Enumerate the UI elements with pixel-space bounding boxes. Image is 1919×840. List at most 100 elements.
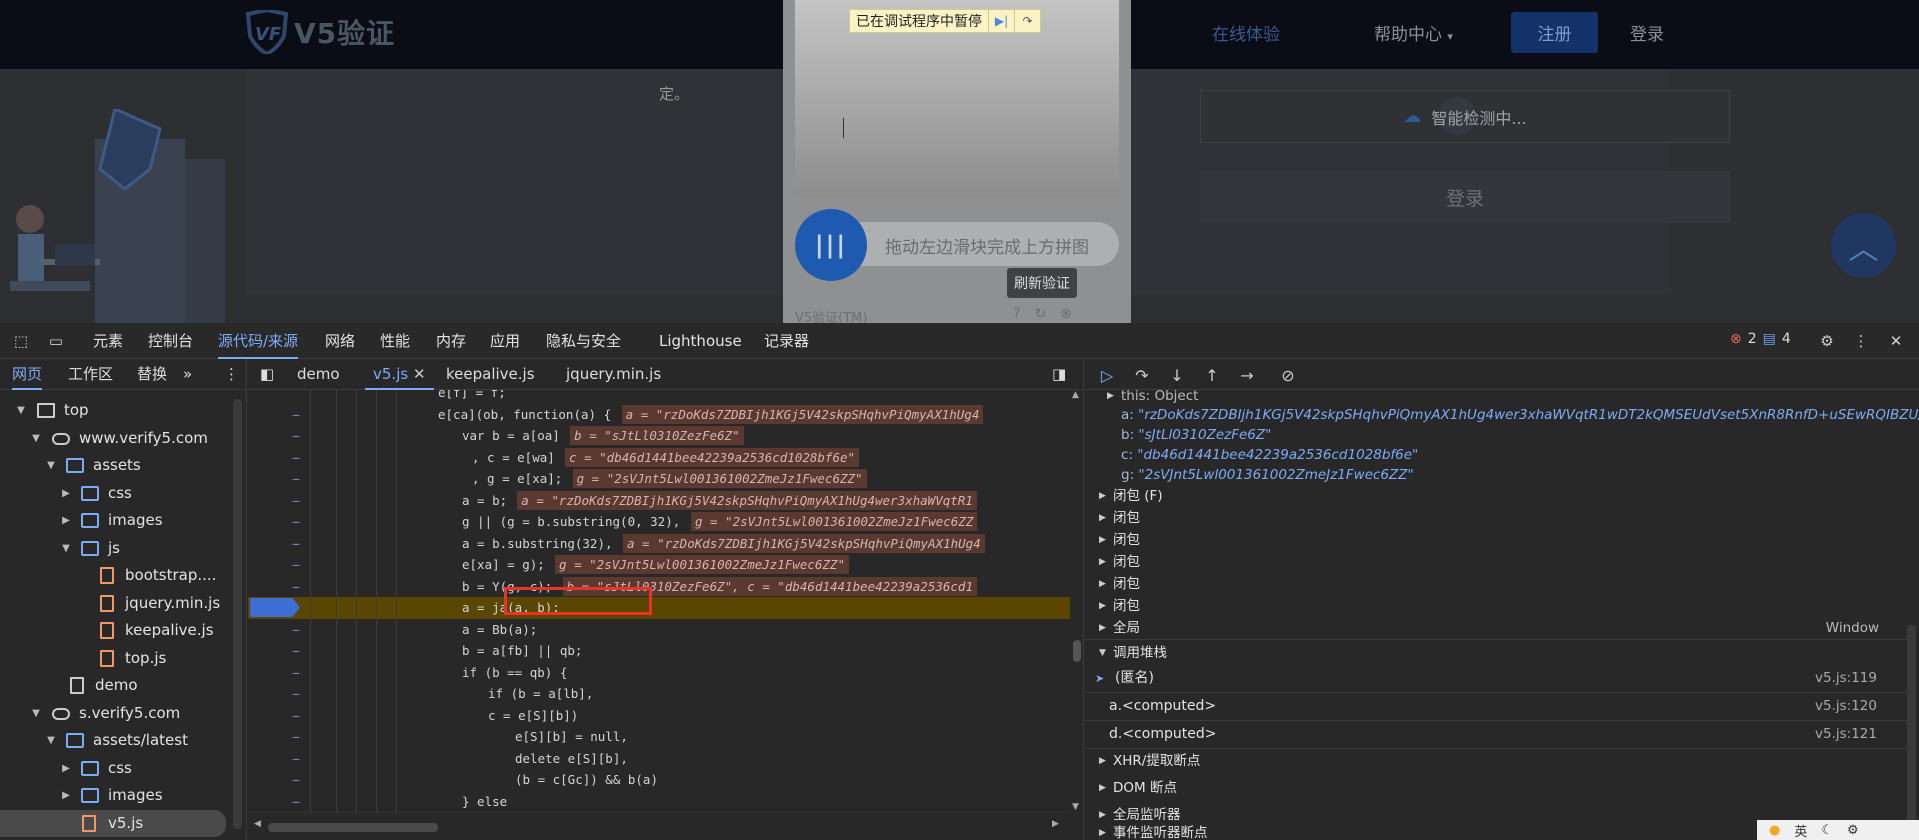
editor-tab-jquery[interactable]: jquery.min.js [566, 359, 661, 390]
scroll-top-button[interactable]: ︿ [1831, 213, 1896, 278]
tree-item-folder[interactable]: ▶ css [0, 480, 240, 508]
help-icon[interactable]: ? [1013, 306, 1020, 322]
step-icon[interactable]: → [1235, 363, 1259, 387]
tree-item-file[interactable]: bootstrap.... [0, 562, 240, 590]
line-marker[interactable]: – [286, 511, 306, 533]
tab-page[interactable]: 网页 [12, 359, 43, 390]
scroll-left-icon[interactable]: ◀ [254, 819, 261, 829]
line-marker[interactable]: – [286, 726, 306, 748]
code-line[interactable]: – if (b = a[lb], [248, 683, 1070, 705]
line-marker[interactable]: – [286, 640, 306, 662]
tab-lighthouse[interactable]: Lighthouse [659, 323, 742, 359]
code-line[interactable]: – b = Y(g, c); b = "sJtLl0310ZezFe6Z", c =… [248, 576, 1070, 598]
navigator-scrollbar[interactable] [233, 399, 242, 829]
scope-var-a[interactable]: a: "rzDoKds7ZDBIjh1KGj5V42skpSHqhvPiQmyA… [1085, 404, 1919, 426]
scroll-right-icon[interactable]: ▶ [1052, 819, 1059, 829]
tab-workspace[interactable]: 工作区 [68, 359, 113, 390]
refresh-icon[interactable]: ↻ [1034, 306, 1046, 322]
xhr-breakpoints-section[interactable]: ▶ XHR/提取断点 [1085, 750, 1907, 772]
scrollbar-thumb[interactable] [1073, 640, 1081, 662]
line-marker[interactable]: – [286, 619, 306, 641]
tree-item-folder[interactable]: ▼ assets/latest [0, 727, 240, 755]
editor-tab-v5js[interactable]: v5.js ✕ [365, 359, 434, 390]
tree-item-domain[interactable]: ▼ s.verify5.com [0, 700, 240, 728]
call-stack-header[interactable]: ▼ 调用堆栈 [1085, 639, 1907, 665]
code-line[interactable]: – (b = c[Gc]) && b(a) [248, 769, 1070, 791]
code-area[interactable]: e[f] = f; – e[ca](ob, function(a) {a = "rz… [248, 390, 1070, 812]
scope-closure[interactable]: ▶ 闭包 [1085, 595, 1907, 617]
line-marker[interactable]: – [286, 404, 306, 426]
scrollbar-thumb[interactable] [268, 823, 438, 832]
scope-var-g[interactable]: g: "2sVJnt5Lwl001361002ZmeJz1Fwec6ZZ" [1085, 464, 1907, 486]
scope-closure[interactable]: ▶ 闭包 [1085, 551, 1907, 573]
tree-item-file-selected[interactable]: v5.js [0, 809, 226, 837]
line-marker[interactable]: – [286, 468, 306, 490]
code-line[interactable]: – c = e[S][b]) [248, 705, 1070, 727]
breakpoint-marker[interactable] [250, 598, 300, 617]
line-marker[interactable]: – [286, 791, 306, 813]
scope-closure[interactable]: ▶ 闭包 (F) [1085, 485, 1907, 507]
tab-performance[interactable]: 性能 [380, 323, 410, 359]
call-frame-active[interactable]: ➤ (匿名) v5.js:119 [1085, 665, 1907, 693]
close-devtools-icon[interactable]: ✕ [1884, 329, 1908, 353]
line-marker[interactable]: – [286, 576, 306, 598]
line-marker[interactable]: – [286, 683, 306, 705]
line-marker[interactable]: – [286, 490, 306, 512]
navigator-menu-icon[interactable]: ⋮ [224, 359, 239, 390]
scope-var-c[interactable]: c: "db46d1441bee42239a2536cd1028bf6e" [1085, 444, 1907, 466]
scope-global[interactable]: ▶ 全局 Window [1085, 617, 1907, 639]
code-line[interactable]: – , g = e[xa]; g = "2sVJnt5Lwl001361002Zme… [248, 468, 1070, 490]
scroll-up-icon[interactable]: ▲ [1072, 390, 1079, 400]
toggle-debugger-icon[interactable]: ◨ [1052, 359, 1066, 390]
smart-check-box[interactable]: ☁ 智能检测中... [1200, 90, 1730, 143]
line-marker[interactable]: – [286, 533, 306, 555]
close-tab-icon[interactable]: ✕ [413, 365, 426, 383]
tree-item-folder[interactable]: ▶ css [0, 755, 240, 783]
code-line[interactable]: e[f] = f; [248, 390, 1070, 404]
step-into-icon[interactable]: ↓ [1165, 363, 1189, 387]
site-login-button[interactable]: 登录 [1200, 171, 1730, 223]
code-line-paused[interactable]: a = ja(a, b); [248, 597, 1070, 619]
slider-handle[interactable]: ||| [795, 209, 867, 281]
tree-item-file[interactable]: jquery.min.js [0, 590, 240, 618]
settings-gear-icon[interactable]: ⚙ [1815, 329, 1839, 353]
more-options-icon[interactable]: ⋮ [1849, 329, 1873, 353]
tab-network[interactable]: 网络 [325, 323, 355, 359]
tab-memory[interactable]: 内存 [436, 323, 466, 359]
tab-sources[interactable]: 源代码/来源 [218, 323, 299, 359]
dom-breakpoints-section[interactable]: ▶ DOM 断点 [1085, 777, 1907, 799]
line-marker[interactable]: – [286, 705, 306, 727]
tree-item-domain[interactable]: ▼ www.verify5.com [0, 425, 240, 453]
tree-item-folder[interactable]: ▼ assets [0, 452, 240, 480]
step-over-icon[interactable]: ↷ [1014, 10, 1040, 32]
tab-console[interactable]: 控制台 [148, 323, 193, 359]
debugger-scrollbar[interactable] [1907, 625, 1916, 833]
code-line[interactable]: – delete e[S][b], [248, 748, 1070, 770]
tree-item-file[interactable]: keepalive.js [0, 617, 240, 645]
inspect-element-icon[interactable]: ⬚ [9, 329, 33, 353]
code-line[interactable]: – a = b; a = "rzDoKds7ZDBIjh1KGj5V42skpSHq… [248, 490, 1070, 512]
tab-application[interactable]: 应用 [490, 323, 520, 359]
scope-var-b[interactable]: b: "sJtLl0310ZezFe6Z" [1085, 424, 1907, 446]
tab-elements[interactable]: 元素 [93, 323, 123, 359]
nav-login-link[interactable]: 登录 [1630, 20, 1664, 45]
editor-tab-keepalive[interactable]: keepalive.js [446, 359, 535, 390]
editor-horizontal-scrollbar[interactable]: ◀ ▶ [248, 812, 1070, 840]
editor-tab-demo[interactable]: demo [297, 359, 340, 390]
tree-item-file[interactable]: demo [0, 672, 240, 700]
code-line[interactable]: – b = a[fb] || qb; [248, 640, 1070, 662]
call-frame[interactable]: d.<computed> v5.js:121 [1085, 721, 1907, 749]
tree-item-file[interactable]: top.js [0, 645, 240, 673]
line-marker[interactable]: – [286, 447, 306, 469]
site-logo[interactable]: VF V5验证 [244, 10, 395, 54]
register-button[interactable]: 注册 [1511, 12, 1598, 53]
toggle-navigator-icon[interactable]: ◧ [260, 359, 274, 390]
issues-badge[interactable]: ⊗ 2 ▤ 4 [1730, 331, 1791, 347]
code-line[interactable]: –} else [248, 791, 1070, 813]
scroll-down-icon[interactable]: ▼ [1072, 802, 1079, 812]
step-out-icon[interactable]: ↑ [1200, 363, 1224, 387]
code-line[interactable]: – a = Bb(a); [248, 619, 1070, 641]
deactivate-breakpoints-icon[interactable]: ⊘ [1276, 363, 1300, 387]
tree-item-top[interactable]: ▼ top [0, 397, 240, 425]
tab-privacy-security[interactable]: 隐私与安全 [546, 323, 621, 359]
